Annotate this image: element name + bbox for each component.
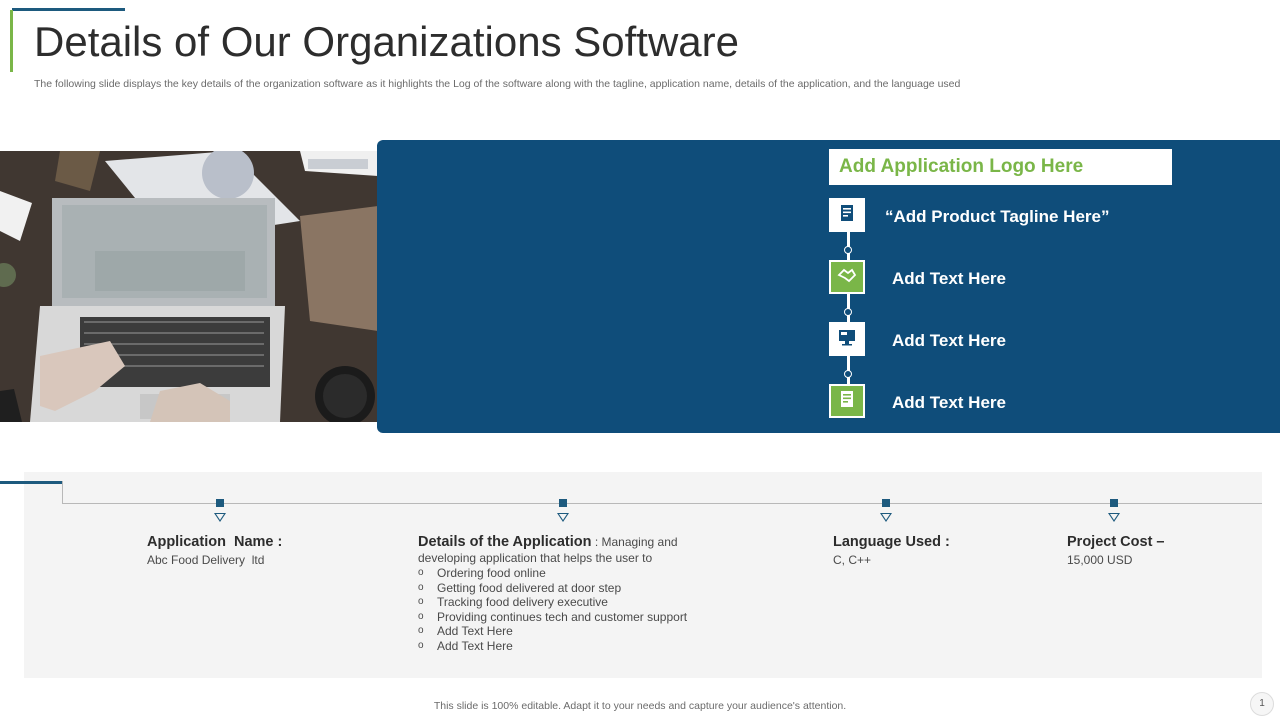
header-accent-bar [12,8,125,11]
project-cost-value: 15,000 USD [1067,553,1133,567]
language-block: Language Used : C, C++ [833,534,1033,567]
handshake-icon [837,266,857,289]
connector-dot [844,370,852,378]
app-logo-box: Add Application Logo Here [829,149,1172,185]
project-cost-title: Project Cost – [1067,534,1165,550]
application-name-title: Application Name : [147,534,283,550]
language-title: Language Used : [833,534,950,550]
connector-dot [844,246,852,254]
header-accent-line [10,10,13,72]
list-item: o Add Text Here [418,638,513,653]
document-icon [838,204,856,227]
details-accent-bar [0,481,62,484]
app-logo-label: Add Application Logo Here [839,156,1084,177]
application-details-list: o Ordering food online o Getting food deli… [418,566,708,654]
feature-item-4 [829,384,865,418]
application-name-value: Abc Food Delivery ltd [147,553,265,567]
feature-item-2 [829,260,865,294]
page-title: Details of Our Organizations Software [34,18,739,65]
timeline-marker [1110,499,1118,507]
application-details-block: Details of the Application : Managing an… [418,534,708,654]
list-item: o Providing continues tech and customer s… [418,609,688,624]
language-value: C, C++ [833,553,872,567]
feature-text-3: Add Text Here [892,331,1006,350]
document-icon [838,390,856,413]
laptop-photo [0,151,378,422]
monitor-icon [837,328,857,351]
application-details-title: Details of the Application [418,534,592,550]
timeline-marker [882,499,890,507]
footer-note: This slide is 100% editable. Adapt it to… [433,700,847,712]
details-timeline-line [62,503,1262,504]
feature-item-3 [829,322,865,356]
page-subtitle: The following slide displays the key det… [34,78,961,90]
list-item: o Add Text Here [418,624,513,639]
feature-text-4: Add Text Here [892,393,1006,412]
feature-tagline-label: “Add Product Tagline Here” [885,207,1110,226]
timeline-marker [216,499,224,507]
feature-item-tagline [829,198,865,232]
application-name-block: Application Name : Abc Food Delivery ltd [147,534,387,567]
page-number: 1 [1250,692,1274,716]
timeline-marker [559,499,567,507]
project-cost-block: Project Cost – 15,000 USD [1067,534,1257,567]
list-item: o Ordering food online [418,566,546,580]
list-item: o Tracking food delivery executive [418,595,608,610]
details-divider-vertical [62,481,63,504]
list-item: o Getting food delivered at door step [418,580,622,595]
feature-text-2: Add Text Here [892,269,1006,288]
connector-dot [844,308,852,316]
